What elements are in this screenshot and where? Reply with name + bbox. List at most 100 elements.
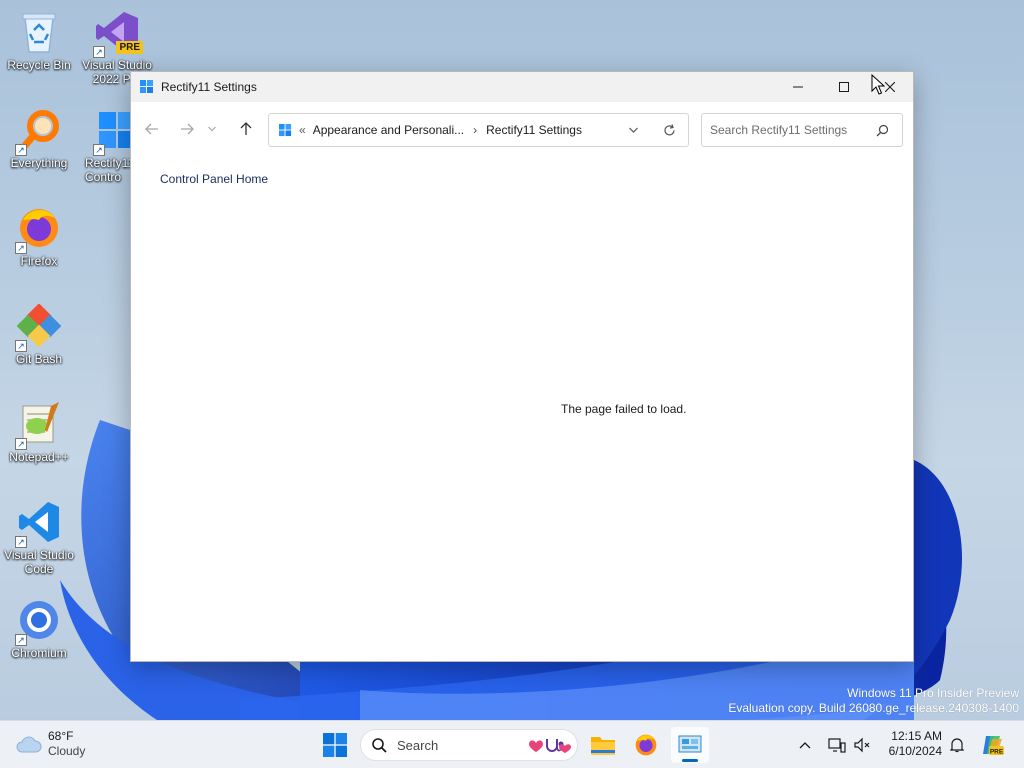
folder-icon [591,737,615,755]
control-panel-icon [140,80,153,93]
evaluation-watermark: Windows 11 Pro Insider Preview Evaluatio… [728,686,1019,716]
windows-logo-icon [323,733,347,757]
git-bash-icon: ↗ [15,302,63,352]
svg-text:PRE: PRE [990,749,1004,756]
desktop-icon-label: Git Bash [15,352,63,366]
weather-widget[interactable]: 68°F Cloudy [16,729,85,759]
desktop-icon-label: Visual Studio Code [4,548,74,576]
watermark-line-1: Windows 11 Pro Insider Preview [847,686,1019,700]
pre-badge: PRE [116,41,143,54]
taskbar-firefox[interactable] [629,729,663,761]
watermark-line-2: Evaluation copy. Build 26080.ge_release.… [728,701,1019,715]
chromium-icon: ↗ [15,596,63,646]
breadcrumb-overflow[interactable]: « [299,123,306,137]
desktop-icon-git-bash[interactable]: ↗ Git Bash [0,302,78,366]
desktop-icon-recycle-bin[interactable]: Recycle Bin [0,8,78,72]
maximize-icon [839,82,849,92]
mouse-cursor-icon [871,74,885,95]
shortcut-arrow-icon: ↗ [15,438,27,450]
control-panel-icon [678,735,702,753]
search-icon [372,737,387,753]
notifications-button[interactable] [946,733,968,757]
arrow-up-icon [240,122,252,135]
chevron-up-icon [799,742,811,749]
window-title: Rectify11 Settings [161,80,257,94]
start-button[interactable] [318,729,352,761]
sound-status-button[interactable] [851,733,873,757]
desktop-icon-chromium[interactable]: ↗ Chromium [0,596,78,660]
cloud-icon [16,736,42,753]
taskbar: 68°F Cloudy Search 12:15 AM 6/10/2024 PR… [0,720,1024,768]
taskbar-control-panel[interactable] [671,727,709,763]
everything-search-icon: ↗ [15,106,63,156]
minimize-icon [793,86,803,88]
taskbar-search-label: Search [397,737,439,753]
control-panel-icon [279,123,292,136]
desktop-icon-firefox[interactable]: ↗ Firefox [0,204,78,268]
vscode-icon: ↗ [15,498,63,548]
address-dropdown-button[interactable] [623,114,643,146]
visual-studio-icon: PRE ↗ [93,8,143,58]
desktop-icon-label: Everything [10,156,68,170]
recent-locations-button[interactable] [202,114,222,144]
shortcut-arrow-icon: ↗ [15,634,27,646]
up-button[interactable] [231,114,261,144]
clock-time: 12:15 AM [891,729,942,743]
desktop-icon-label: Firefox [20,254,58,268]
desktop-icon-vscode[interactable]: ↗ Visual Studio Code [0,498,78,576]
arrow-left-icon [145,123,158,135]
shortcut-arrow-icon: ↗ [93,144,105,156]
control-panel-window[interactable]: Rectify11 Settings « Appearance and Pers… [130,71,914,662]
search-placeholder: Search Rectify11 Settings [710,123,848,137]
error-message: The page failed to load. [561,402,687,416]
desktop-icon-label: Notepad++ [9,450,69,464]
address-bar[interactable]: « Appearance and Personali... › Rectify1… [268,113,689,147]
refresh-icon [663,123,675,135]
shortcut-arrow-icon: ↗ [93,46,105,58]
show-hidden-icons-button[interactable] [795,733,815,757]
notepad-plus-plus-icon: ↗ [15,400,63,450]
taskbar-search-box[interactable]: Search [360,729,578,761]
bell-icon [950,738,964,753]
firefox-icon [635,734,657,756]
weather-condition: Cloudy [48,744,86,758]
shortcut-arrow-icon: ↗ [15,242,27,254]
shortcut-arrow-icon: ↗ [15,144,27,156]
taskbar-file-explorer[interactable] [586,729,620,761]
control-panel-home-link[interactable]: Control Panel Home [160,172,268,186]
desktop-icon-label: Chromium [11,646,67,660]
network-icon [828,738,846,753]
navigation-bar: « Appearance and Personali... › Rectify1… [131,102,913,158]
firefox-icon: ↗ [15,204,63,254]
arrow-right-icon [181,123,194,135]
copilot-button[interactable]: PRE [978,731,1006,759]
breadcrumb-current[interactable]: Rectify11 Settings [486,123,582,137]
desktop-icon-everything[interactable]: ↗ Everything [0,106,78,170]
title-bar[interactable]: Rectify11 Settings [131,72,913,102]
forward-button[interactable] [172,114,202,144]
refresh-button[interactable] [657,114,681,146]
shortcut-arrow-icon: ↗ [15,536,27,548]
volume-muted-icon [854,737,870,753]
system-clock[interactable]: 12:15 AM 6/10/2024 [880,729,942,759]
close-icon [885,82,895,92]
chevron-down-icon [628,127,638,133]
breadcrumb-separator[interactable]: › [473,123,477,137]
minimize-button[interactable] [775,72,821,102]
chevron-down-icon [208,126,216,132]
recycle-bin-icon [15,8,63,56]
desktop-icon-notepad-plus-plus[interactable]: ↗ Notepad++ [0,400,78,464]
desktop-icon-label: Recycle Bin [7,58,71,72]
network-status-button[interactable] [826,733,848,757]
active-indicator [682,759,698,762]
clock-date: 6/10/2024 [888,744,942,758]
search-icon [876,124,889,137]
breadcrumb-parent[interactable]: Appearance and Personali... [313,123,464,137]
copilot-icon: PRE [983,736,1004,756]
weather-temperature: 68°F [48,729,74,743]
search-highlight-icon [529,739,571,753]
shortcut-arrow-icon: ↗ [15,340,27,352]
search-input[interactable]: Search Rectify11 Settings [701,113,903,147]
maximize-button[interactable] [821,72,867,102]
back-button[interactable] [137,114,167,144]
